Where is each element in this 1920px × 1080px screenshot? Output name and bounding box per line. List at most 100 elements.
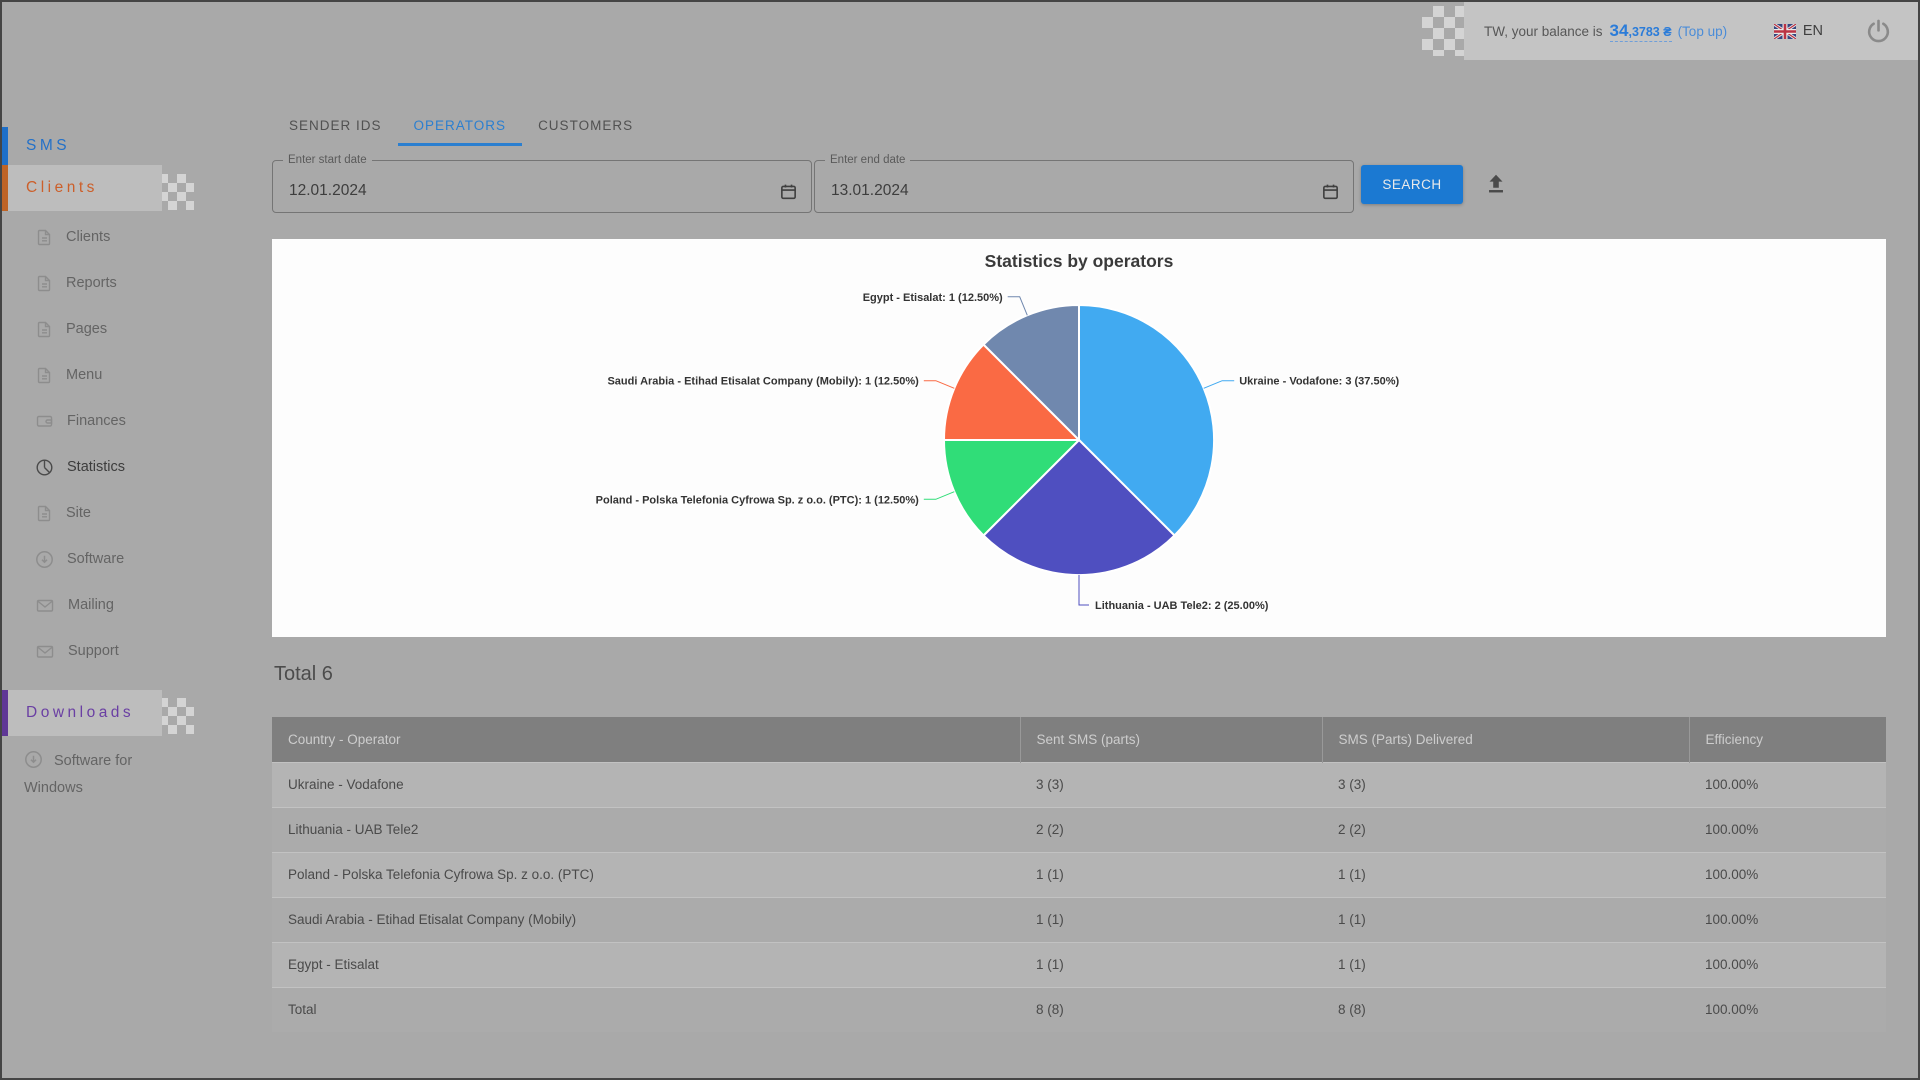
sidebar-item-software-for-windows[interactable]: Software for Windows [2, 748, 177, 802]
envelope-icon [35, 643, 55, 660]
chart-title: Statistics by operators [272, 239, 1886, 272]
table-cell: Total [272, 987, 1020, 1032]
download-icon [35, 550, 54, 569]
table-cell: 100.00% [1689, 897, 1886, 942]
topbar: TW, your balance is 34,3783 ₴ (Top up) E… [1464, 2, 1920, 60]
sidebar-nav-list: ClientsReportsPagesMenuFinancesStatistic… [2, 214, 272, 674]
export-button[interactable] [1481, 169, 1511, 199]
tab-operators[interactable]: OPERATORS [398, 107, 523, 146]
sidebar-section-downloads[interactable]: Downloads [2, 690, 272, 736]
sidebar-section-sms[interactable]: SMS [2, 127, 272, 165]
section-accent-bar [2, 690, 8, 736]
sidebar-item-mailing[interactable]: Mailing [2, 582, 272, 628]
pie-slice-label: Poland - Polska Telefonia Cyfrowa Sp. z … [596, 494, 919, 506]
balance-link[interactable]: 34,3783 ₴ [1610, 21, 1672, 42]
total-count: Total 6 [274, 663, 333, 686]
sidebar-section-clients[interactable]: Clients [2, 165, 272, 211]
table-row: Lithuania - UAB Tele22 (2)2 (2)100.00% [272, 807, 1886, 852]
sidebar-item-menu[interactable]: Menu [2, 352, 272, 398]
table-cell: 1 (1) [1322, 942, 1689, 987]
uk-flag-icon [1774, 24, 1796, 39]
table-row: Egypt - Etisalat1 (1)1 (1)100.00% [272, 942, 1886, 987]
balance-integer: 34 [1610, 21, 1629, 40]
sidebar-item-support[interactable]: Support [2, 628, 272, 674]
table-cell: 3 (3) [1020, 762, 1322, 807]
table-cell: 3 (3) [1322, 762, 1689, 807]
end-date-input[interactable]: Enter end date 13.01.2024 [814, 154, 1354, 213]
pie-leader-line [924, 381, 955, 389]
table-cell: Lithuania - UAB Tele2 [272, 807, 1020, 852]
logout-button[interactable] [1865, 18, 1892, 45]
sidebar-item-statistics[interactable]: Statistics [2, 444, 272, 490]
section-accent-bar [2, 127, 8, 165]
tab-bar: SENDER IDSOPERATORSCUSTOMERS [273, 107, 649, 146]
table-cell: 1 (1) [1020, 942, 1322, 987]
sidebar-item-reports[interactable]: Reports [2, 260, 272, 306]
search-button[interactable]: SEARCH [1361, 165, 1463, 204]
sidebar-item-pages[interactable]: Pages [2, 306, 272, 352]
table-row: Saudi Arabia - Etihad Etisalat Company (… [272, 897, 1886, 942]
chart-panel: Statistics by operators Ukraine - Vodafo… [272, 239, 1886, 637]
sidebar-item-site[interactable]: Site [2, 490, 272, 536]
sidebar-item-clients[interactable]: Clients [2, 214, 272, 260]
sidebar: SMS Clients ClientsReportsPagesMenuFinan… [2, 127, 272, 802]
pie-leader-line [1079, 575, 1089, 605]
column-header: Country - Operator [272, 717, 1020, 762]
start-date-label: Enter start date [283, 154, 372, 166]
sidebar-item-software[interactable]: Software [2, 536, 272, 582]
table-cell: 100.00% [1689, 942, 1886, 987]
table-cell: Egypt - Etisalat [272, 942, 1020, 987]
tab-customers[interactable]: CUSTOMERS [522, 107, 649, 146]
column-header: Sent SMS (parts) [1020, 717, 1322, 762]
table-cell: 100.00% [1689, 807, 1886, 852]
power-icon [1865, 18, 1892, 45]
document-icon [35, 274, 53, 292]
document-icon [35, 504, 53, 522]
section-accent-bar [2, 165, 8, 211]
table-cell: 100.00% [1689, 987, 1886, 1032]
table-row: Ukraine - Vodafone3 (3)3 (3)100.00% [272, 762, 1886, 807]
pie-chart: Ukraine - Vodafone: 3 (37.50%) Lithuania … [272, 272, 1886, 630]
balance-prefix: TW, your balance is [1484, 24, 1603, 39]
pie-slice-label: Ukraine - Vodafone: 3 (37.50%) [1239, 376, 1399, 388]
table-cell: 8 (8) [1322, 987, 1689, 1032]
pie-slice-label: Lithuania - UAB Tele2: 2 (25.00%) [1095, 600, 1269, 612]
table-cell: 100.00% [1689, 852, 1886, 897]
table-cell: 8 (8) [1020, 987, 1322, 1032]
upload-icon [1483, 171, 1509, 197]
pie-leader-line [924, 492, 955, 500]
table-cell: Poland - Polska Telefonia Cyfrowa Sp. z … [272, 852, 1020, 897]
top-up-link[interactable]: (Top up) [1678, 24, 1728, 39]
pie-slice-label: Egypt - Etisalat: 1 (12.50%) [863, 292, 1003, 304]
table-cell: 1 (1) [1020, 897, 1322, 942]
envelope-icon [35, 597, 55, 614]
calendar-icon[interactable] [1321, 182, 1340, 201]
table-row: Poland - Polska Telefonia Cyfrowa Sp. z … [272, 852, 1886, 897]
operators-table: Country - OperatorSent SMS (parts)SMS (P… [272, 717, 1886, 1032]
table-row-total: Total8 (8)8 (8)100.00% [272, 987, 1886, 1032]
start-date-input[interactable]: Enter start date 12.01.2024 [272, 154, 812, 213]
pie-chart-icon [35, 458, 54, 477]
language-switcher[interactable]: EN [1774, 23, 1823, 39]
pie-leader-line [1204, 381, 1235, 389]
end-date-label: Enter end date [825, 154, 910, 166]
sidebar-item-finances[interactable]: Finances [2, 398, 272, 444]
balance-fraction: ,3783 ₴ [1628, 25, 1671, 39]
pie-slice-label: Saudi Arabia - Etihad Etisalat Company (… [607, 376, 919, 388]
table-cell: 1 (1) [1322, 897, 1689, 942]
table-cell: 1 (1) [1020, 852, 1322, 897]
table-cell: 2 (2) [1020, 807, 1322, 852]
table-cell: Saudi Arabia - Etihad Etisalat Company (… [272, 897, 1020, 942]
table-cell: 2 (2) [1322, 807, 1689, 852]
wallet-icon [35, 412, 54, 430]
table-cell: 1 (1) [1322, 852, 1689, 897]
calendar-icon[interactable] [779, 182, 798, 201]
download-icon [24, 750, 43, 769]
app-window: TW, your balance is 34,3783 ₴ (Top up) E… [0, 0, 1920, 1080]
end-date-value: 13.01.2024 [831, 182, 909, 200]
table-header-row: Country - OperatorSent SMS (parts)SMS (P… [272, 717, 1886, 762]
language-label: EN [1803, 23, 1823, 39]
table-cell: 100.00% [1689, 762, 1886, 807]
document-icon [35, 228, 53, 246]
tab-sender-ids[interactable]: SENDER IDS [273, 107, 398, 146]
